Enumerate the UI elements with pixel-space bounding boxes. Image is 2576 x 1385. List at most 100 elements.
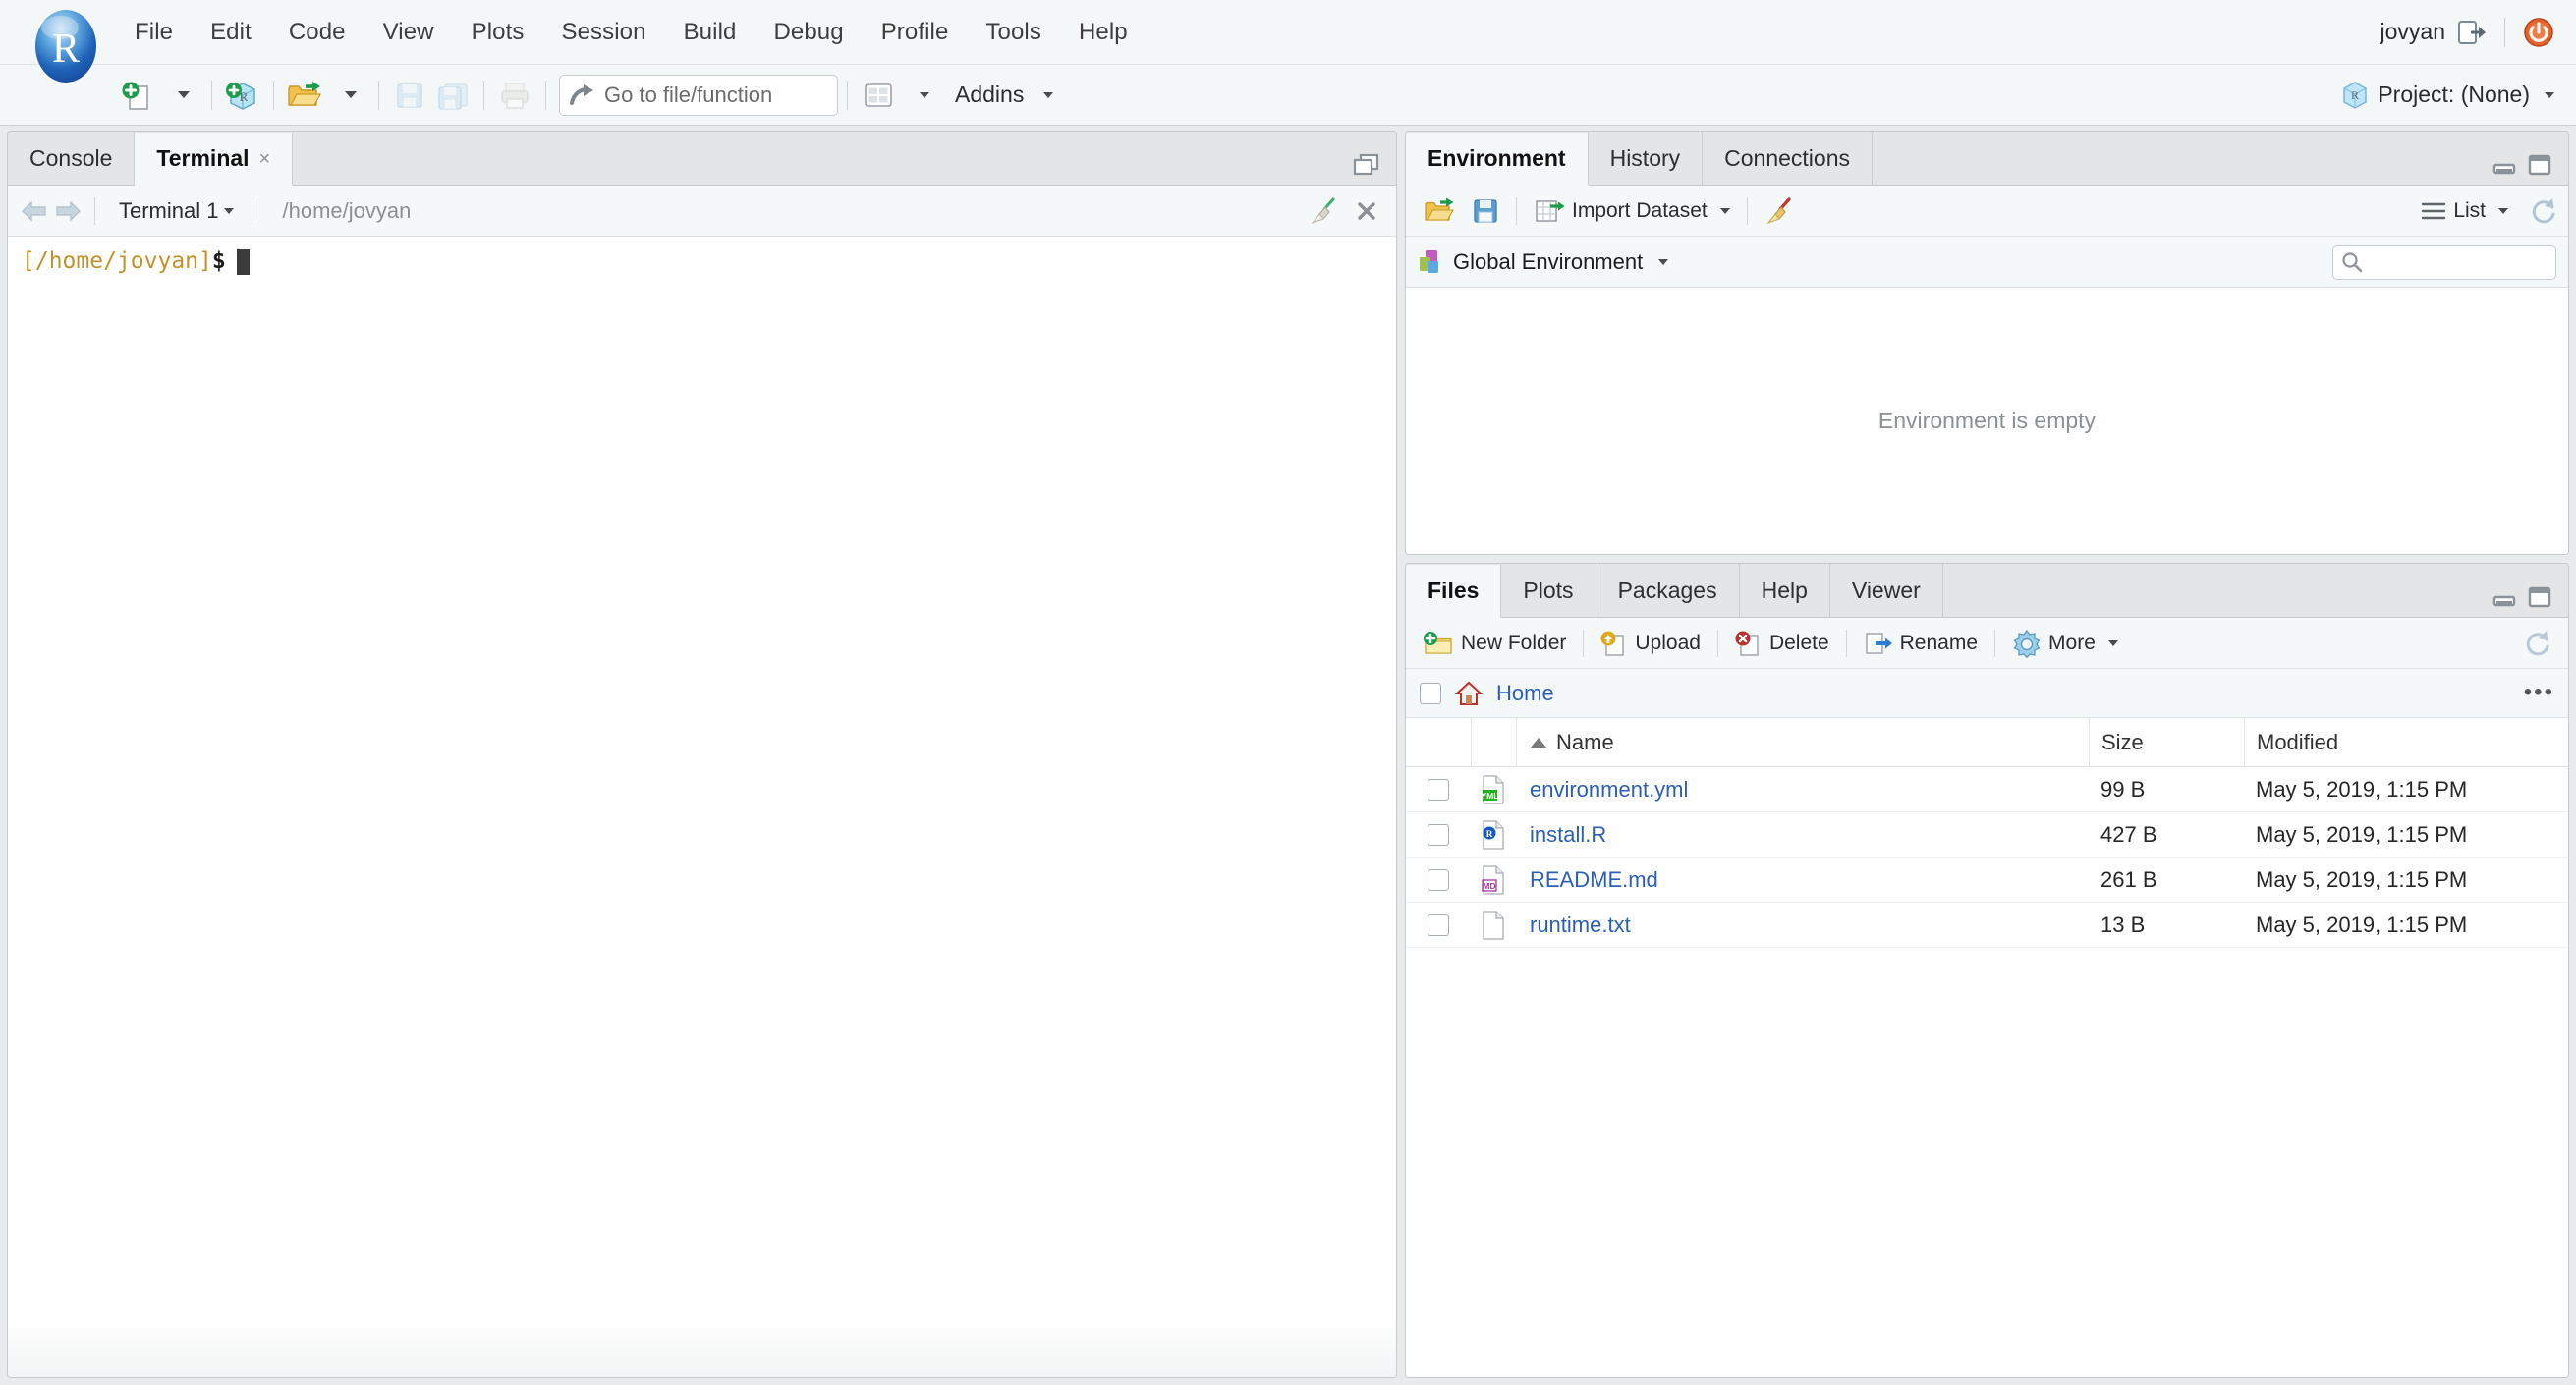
maximize-pane-icon[interactable]	[2527, 585, 2552, 609]
print-icon[interactable]	[493, 74, 536, 117]
file-name[interactable]: install.R	[1516, 822, 2089, 848]
menu-build[interactable]: Build	[665, 13, 756, 52]
files-column-modified[interactable]: Modified	[2244, 718, 2568, 766]
breadcrumb-home-link[interactable]: Home	[1496, 681, 1554, 706]
environment-view-mode[interactable]: List	[2414, 192, 2515, 231]
broom-clear-icon[interactable]	[1310, 196, 1339, 226]
file-modified: May 5, 2019, 1:15 PM	[2256, 776, 2468, 802]
import-dataset-button[interactable]: Import Dataset	[1527, 192, 1737, 231]
addins-label[interactable]: Addins	[955, 82, 1024, 108]
load-workspace-button[interactable]	[1416, 192, 1463, 231]
import-dataset-label: Import Dataset	[1572, 198, 1708, 222]
tab-files[interactable]: Files	[1406, 565, 1502, 618]
close-terminal-icon[interactable]	[1355, 199, 1378, 223]
block-cursor	[236, 249, 250, 276]
row-checkbox[interactable]	[1406, 868, 1471, 891]
save-workspace-button[interactable]	[1465, 192, 1506, 231]
open-folder-dropdown[interactable]	[326, 74, 369, 117]
upload-icon	[1600, 630, 1628, 657]
files-column-size[interactable]: Size	[2089, 718, 2244, 766]
menu-code[interactable]: Code	[270, 13, 364, 52]
table-row[interactable]: MD README.md 261 B May 5, 2019, 1:15 PM	[1406, 858, 2568, 903]
save-all-icon[interactable]	[431, 74, 475, 117]
project-selector[interactable]: R Project: (None)	[2341, 81, 2576, 110]
sign-out-icon[interactable]	[2457, 19, 2487, 46]
tab-terminal[interactable]: Terminal ×	[135, 133, 294, 186]
chevron-down-icon	[1658, 258, 1669, 265]
forward-arrow-icon[interactable]	[53, 198, 83, 224]
menu-session[interactable]: Session	[542, 13, 664, 52]
menu-edit[interactable]: Edit	[192, 13, 270, 52]
files-list: YML environment.yml 99 B May 5, 2019, 1:…	[1406, 767, 2568, 1377]
file-name[interactable]: runtime.txt	[1516, 913, 2089, 938]
refresh-icon[interactable]	[2529, 196, 2558, 226]
addins-dropdown[interactable]	[1024, 74, 1067, 117]
new-file-dropdown[interactable]	[159, 74, 202, 117]
file-name[interactable]: environment.yml	[1516, 777, 2089, 803]
files-breadcrumb: Home •••	[1406, 669, 2568, 718]
gear-icon	[2012, 629, 2042, 658]
table-row[interactable]: runtime.txt 13 B May 5, 2019, 1:15 PM	[1406, 903, 2568, 948]
menu-view[interactable]: View	[364, 13, 453, 52]
close-icon[interactable]: ×	[259, 149, 271, 169]
restore-pane-icon[interactable]	[1353, 153, 1380, 177]
more-label: More	[2048, 631, 2096, 654]
import-dataset-icon	[1534, 197, 1565, 225]
tab-environment[interactable]: Environment	[1406, 133, 1589, 186]
project-label: Project: (None)	[2378, 82, 2530, 107]
tab-history[interactable]: History	[1588, 132, 1704, 185]
breadcrumb-more-button[interactable]: •••	[2524, 680, 2554, 704]
minimize-pane-icon[interactable]	[2492, 154, 2517, 176]
tab-packages[interactable]: Packages	[1596, 564, 1740, 617]
toolbar-divider	[378, 80, 379, 110]
tab-console[interactable]: Console	[8, 132, 136, 185]
table-row[interactable]: YML environment.yml 99 B May 5, 2019, 1:…	[1406, 767, 2568, 812]
tab-plots[interactable]: Plots	[1501, 564, 1596, 617]
file-name[interactable]: README.md	[1516, 867, 2089, 893]
terminal-session-selector[interactable]: Terminal 1	[109, 198, 244, 224]
rename-button[interactable]: Rename	[1857, 624, 1985, 663]
row-checkbox[interactable]	[1406, 914, 1471, 936]
power-quit-icon[interactable]	[2523, 17, 2554, 48]
environment-search-input[interactable]	[2332, 244, 2556, 280]
rstudio-window: R File Edit Code View Plots Session Buil…	[0, 0, 2576, 1385]
new-project-icon[interactable]: R	[221, 74, 264, 117]
app-header: R File Edit Code View Plots Session Buil…	[0, 0, 2576, 126]
select-all-checkbox[interactable]	[1420, 682, 1441, 704]
new-file-icon[interactable]	[116, 74, 159, 117]
environment-view-mode-label: List	[2453, 198, 2486, 222]
row-checkbox[interactable]	[1406, 778, 1471, 801]
terminal-output[interactable]: [/home/jovyan] $	[8, 237, 1396, 1377]
row-checkbox[interactable]	[1406, 823, 1471, 846]
files-refresh-icon[interactable]	[2523, 629, 2558, 658]
save-icon[interactable]	[388, 74, 431, 117]
chevron-down-icon	[1719, 207, 1730, 214]
workspace-panes-icon[interactable]	[857, 74, 900, 117]
workspace-panes-dropdown[interactable]	[900, 74, 943, 117]
tab-connections[interactable]: Connections	[1703, 132, 1873, 185]
username-label: jovyan	[2380, 19, 2445, 44]
file-modified: May 5, 2019, 1:15 PM	[2256, 912, 2468, 937]
upload-button[interactable]: Upload	[1594, 624, 1708, 663]
table-row[interactable]: R install.R 427 B May 5, 2019, 1:15 PM	[1406, 812, 2568, 858]
tab-viewer[interactable]: Viewer	[1829, 564, 1943, 617]
goto-file-function-input[interactable]: Go to file/function	[559, 74, 838, 116]
delete-label: Delete	[1768, 631, 1829, 654]
new-folder-button[interactable]: New Folder	[1416, 624, 1573, 663]
clear-environment-button[interactable]	[1758, 192, 1801, 231]
menu-debug[interactable]: Debug	[755, 13, 862, 52]
open-folder-icon[interactable]	[283, 74, 326, 117]
global-environment-selector[interactable]: Global Environment	[1418, 249, 1669, 276]
tab-help[interactable]: Help	[1739, 564, 1830, 617]
delete-button[interactable]: Delete	[1728, 624, 1836, 663]
menu-plots[interactable]: Plots	[453, 13, 543, 52]
menu-tools[interactable]: Tools	[967, 13, 1060, 52]
files-column-name[interactable]: Name	[1516, 718, 2089, 766]
menu-profile[interactable]: Profile	[863, 13, 968, 52]
back-arrow-icon[interactable]	[20, 198, 49, 224]
more-button[interactable]: More	[2005, 624, 2125, 663]
menu-help[interactable]: Help	[1060, 13, 1147, 52]
maximize-pane-icon[interactable]	[2527, 153, 2552, 177]
minimize-pane-icon[interactable]	[2492, 586, 2517, 608]
menu-file[interactable]: File	[116, 13, 192, 52]
